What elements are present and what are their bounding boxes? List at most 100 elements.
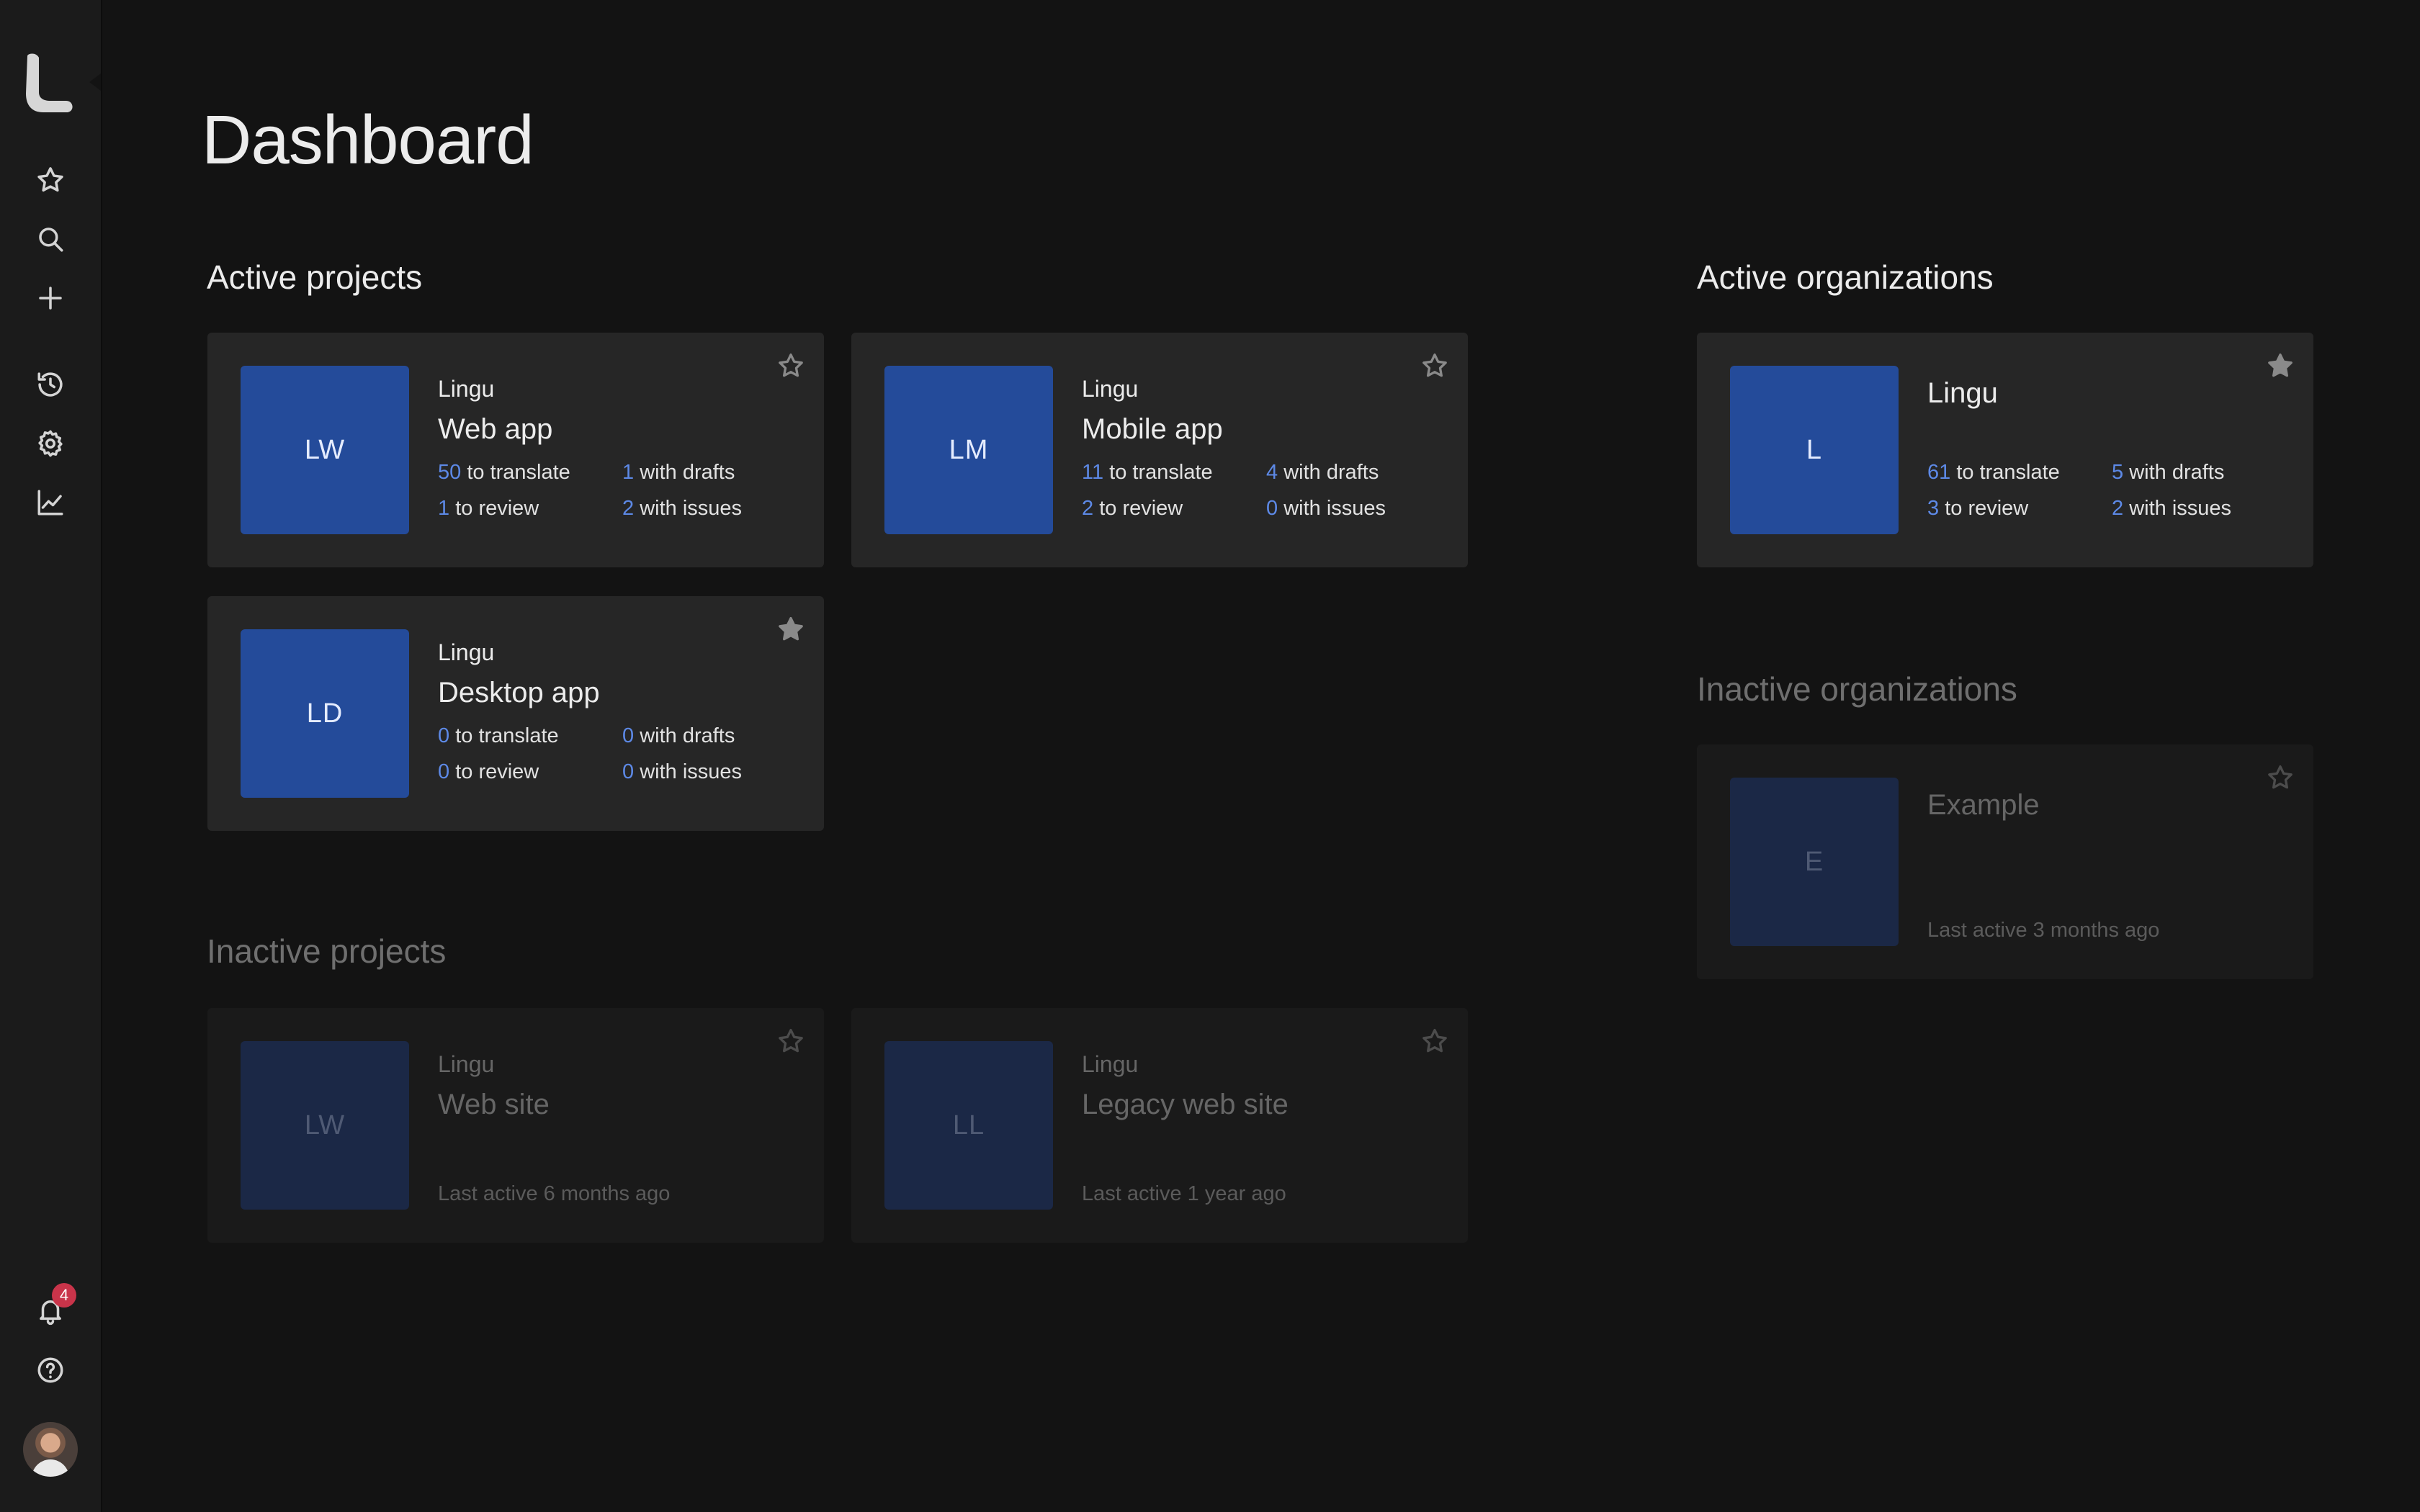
last-active: Last active 3 months ago (1927, 919, 2160, 942)
project-name: Mobile app (1082, 413, 1223, 445)
stat-to-translate[interactable]: 50 to translate (438, 461, 570, 485)
last-active: Last active 6 months ago (438, 1182, 671, 1205)
stat-with-drafts[interactable]: 4 with drafts (1266, 461, 1379, 485)
chart-icon[interactable] (29, 481, 72, 524)
stat-value: 0 (622, 724, 635, 747)
stat-to-translate[interactable]: 0 to translate (438, 724, 559, 748)
stat-with-drafts[interactable]: 1 with drafts (622, 461, 735, 485)
sidebar-notch (89, 73, 101, 91)
avatar-shirt (32, 1459, 69, 1477)
stat-label: with drafts (1283, 461, 1379, 484)
section-active-organizations: Active organizations (1697, 258, 1994, 296)
favorite-star-icon[interactable] (776, 351, 808, 383)
history-icon[interactable] (29, 363, 72, 406)
organization-card[interactable]: E Example Last active 3 months ago (1697, 744, 2313, 979)
page-title: Dashboard (202, 102, 534, 179)
project-card[interactable]: LW Lingu Web site Last active 6 months a… (207, 1008, 824, 1243)
favorite-star-icon[interactable] (1420, 351, 1452, 383)
stat-value: 0 (622, 760, 635, 783)
organization-name: Lingu (1927, 377, 1998, 409)
stat-value: 2 (622, 497, 635, 520)
stat-label: to review (455, 497, 539, 520)
notification-badge: 4 (52, 1283, 76, 1308)
stat-value: 0 (438, 760, 450, 783)
sidebar: 4 (0, 0, 102, 1512)
project-card[interactable]: LM Lingu Mobile app 11 to translate 4 wi… (851, 333, 1468, 567)
stat-with-drafts[interactable]: 0 with drafts (622, 724, 735, 748)
project-card[interactable]: LD Lingu Desktop app 0 to translate 0 wi… (207, 596, 824, 831)
stat-value: 3 (1927, 497, 1940, 520)
project-card[interactable]: LW Lingu Web app 50 to translate 1 with … (207, 333, 824, 567)
stat-value: 50 (438, 461, 462, 484)
stat-value: 2 (1082, 497, 1094, 520)
stat-to-review[interactable]: 0 to review (438, 760, 539, 784)
project-org: Lingu (438, 1051, 495, 1077)
search-icon[interactable] (29, 217, 72, 261)
stat-value: 11 (1082, 461, 1104, 484)
stat-label: with issues (640, 760, 743, 783)
stat-label: with issues (640, 497, 743, 520)
stat-label: with issues (2129, 497, 2232, 520)
stat-label: with drafts (640, 461, 735, 484)
organization-card[interactable]: L Lingu 61 to translate 5 with drafts 3 … (1697, 333, 2313, 567)
stat-label: to review (455, 760, 539, 783)
stat-to-translate[interactable]: 61 to translate (1927, 461, 2060, 485)
stat-value: 1 (438, 497, 450, 520)
stat-with-issues[interactable]: 2 with issues (2112, 497, 2231, 521)
project-avatar: LD (241, 629, 409, 798)
project-name: Web site (438, 1089, 550, 1120)
stat-label: with issues (1283, 497, 1386, 520)
logo[interactable] (22, 50, 79, 115)
favorite-star-icon[interactable] (776, 1027, 808, 1058)
project-org: Lingu (1082, 1051, 1139, 1077)
stat-to-review[interactable]: 2 to review (1082, 497, 1183, 521)
stat-value: 0 (1266, 497, 1278, 520)
stat-value: 4 (1266, 461, 1278, 484)
stat-label: with drafts (2129, 461, 2225, 484)
stat-label: to translate (455, 724, 559, 747)
project-avatar: LW (241, 1041, 409, 1210)
project-name: Desktop app (438, 677, 600, 708)
favorite-star-icon[interactable] (2266, 763, 2298, 795)
plus-icon[interactable] (29, 276, 72, 320)
favorite-star-icon[interactable] (1420, 1027, 1452, 1058)
stat-label: with drafts (640, 724, 735, 747)
project-name: Web app (438, 413, 553, 445)
stat-label: to review (1099, 497, 1183, 520)
project-org: Lingu (438, 639, 495, 665)
stat-value: 0 (438, 724, 450, 747)
stat-value: 5 (2112, 461, 2124, 484)
gear-icon[interactable] (29, 422, 72, 465)
stat-to-review[interactable]: 3 to review (1927, 497, 2028, 521)
help-icon[interactable] (29, 1349, 72, 1392)
stat-with-issues[interactable]: 0 with issues (622, 760, 742, 784)
star-icon[interactable] (29, 158, 72, 202)
avatar[interactable] (23, 1422, 78, 1477)
stat-with-drafts[interactable]: 5 with drafts (2112, 461, 2224, 485)
stat-value: 2 (2112, 497, 2124, 520)
section-inactive-projects: Inactive projects (207, 932, 447, 970)
last-active: Last active 1 year ago (1082, 1182, 1286, 1205)
project-avatar: LM (884, 366, 1053, 534)
stat-label: to translate (1956, 461, 2060, 484)
stat-value: 61 (1927, 461, 1951, 484)
project-avatar: LL (884, 1041, 1053, 1210)
favorite-star-icon[interactable] (2266, 351, 2298, 383)
stat-label: to review (1945, 497, 2029, 520)
project-org: Lingu (438, 376, 495, 402)
section-active-projects: Active projects (207, 258, 423, 296)
stat-with-issues[interactable]: 0 with issues (1266, 497, 1386, 521)
favorite-star-icon[interactable] (776, 615, 808, 647)
stat-value: 1 (622, 461, 635, 484)
organization-name: Example (1927, 789, 2040, 821)
section-inactive-organizations: Inactive organizations (1697, 670, 2017, 708)
stat-to-review[interactable]: 1 to review (438, 497, 539, 521)
organization-avatar: L (1730, 366, 1899, 534)
stat-to-translate[interactable]: 11 to translate (1082, 461, 1213, 485)
project-org: Lingu (1082, 376, 1139, 402)
stat-label: to translate (467, 461, 570, 484)
project-avatar: LW (241, 366, 409, 534)
project-card[interactable]: LL Lingu Legacy web site Last active 1 y… (851, 1008, 1468, 1243)
stat-with-issues[interactable]: 2 with issues (622, 497, 742, 521)
logo-mark (26, 53, 73, 112)
